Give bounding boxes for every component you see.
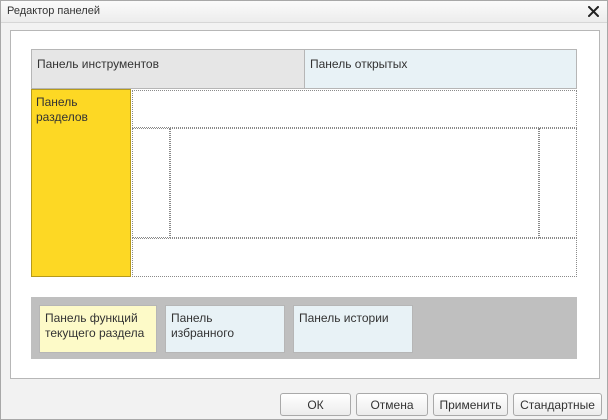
drop-zone-bottom[interactable]	[132, 238, 577, 277]
close-button[interactable]	[585, 3, 601, 19]
standard-button[interactable]: Стандартные	[513, 393, 602, 416]
title-bar: Редактор панелей	[1, 1, 607, 23]
window-title: Редактор панелей	[7, 5, 100, 17]
history-panel-label: Панель истории	[299, 311, 389, 325]
open-panel-label: Панель открытых	[310, 57, 408, 71]
ok-button[interactable]: ОК	[280, 393, 351, 416]
panel-layout-area: Панель инструментов Панель открытых Пане…	[10, 30, 600, 379]
history-panel[interactable]: Панель истории	[293, 305, 413, 353]
functions-panel-label-line1: Панель функций	[45, 311, 138, 325]
workspace-area	[170, 128, 539, 238]
tools-panel-label: Панель инструментов	[37, 57, 159, 71]
apply-button[interactable]: Применить	[433, 393, 508, 416]
drop-zone-left[interactable]	[132, 128, 170, 238]
functions-panel[interactable]: Панель функций текущего раздела	[39, 305, 157, 353]
close-icon	[587, 5, 599, 17]
tools-panel[interactable]: Панель инструментов	[31, 49, 305, 89]
sections-panel-label-line2: разделов	[36, 110, 88, 124]
panel-editor-window: Редактор панелей Панель инструментов Пан…	[0, 0, 608, 420]
open-panel[interactable]: Панель открытых	[304, 49, 577, 89]
favorites-panel-label-line1: Панель	[171, 311, 213, 325]
favorites-panel[interactable]: Панель избранного	[165, 305, 285, 353]
cancel-button[interactable]: Отмена	[356, 393, 428, 416]
drop-zone-top[interactable]	[132, 90, 577, 128]
sections-panel-label-line1: Панель	[36, 95, 78, 109]
drop-zone-right[interactable]	[539, 128, 577, 238]
unused-panels-area: Панель функций текущего раздела Панель и…	[31, 297, 577, 359]
favorites-panel-label-line2: избранного	[171, 326, 235, 340]
functions-panel-label-line2: текущего раздела	[45, 326, 145, 340]
sections-panel[interactable]: Панель разделов	[31, 89, 131, 277]
